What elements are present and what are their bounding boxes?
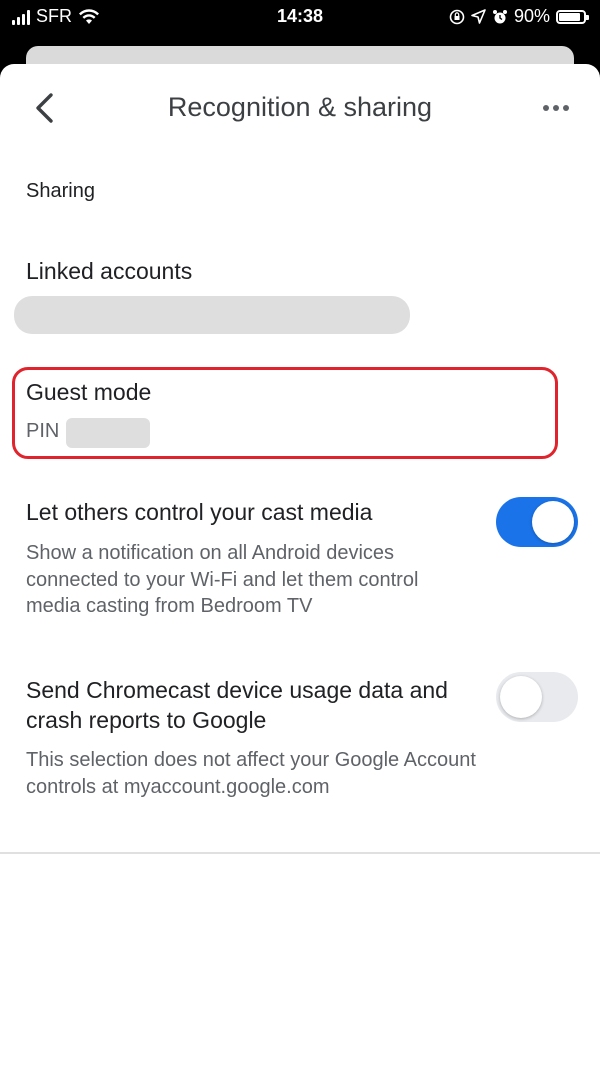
location-icon: [471, 9, 486, 24]
status-bar: SFR 14:38 90%: [0, 0, 600, 34]
toggle-knob: [500, 676, 542, 718]
usage-data-title: Send Chromecast device usage data and cr…: [26, 677, 448, 733]
cast-control-title: Let others control your cast media: [26, 499, 373, 525]
section-header-sharing: Sharing: [26, 180, 95, 202]
orientation-lock-icon: [449, 9, 465, 24]
battery-percent: 90%: [513, 6, 550, 26]
battery-icon: [556, 9, 589, 24]
toggle-knob: [532, 501, 574, 543]
linked-accounts-title: Linked accounts: [26, 258, 193, 284]
app-bar: Recognition & sharing: [0, 64, 600, 154]
cast-control-description: Show a notification on all Android devic…: [26, 542, 419, 617]
more-horizontal-icon[interactable]: [538, 98, 574, 118]
linked-accounts-redacted: [14, 296, 410, 334]
guest-mode-pin-label: PIN: [26, 420, 60, 442]
divider: [0, 852, 600, 854]
guest-mode-pin-redacted: [66, 418, 150, 448]
battery-level: [559, 12, 581, 21]
settings-sheet: Recognition & sharing Sharing Linked acc…: [0, 64, 600, 1067]
usage-data-toggle[interactable]: [496, 672, 578, 722]
usage-data-description: This selection does not affect your Goog…: [26, 749, 476, 798]
alarm-icon: [492, 9, 507, 23]
status-right: 90%: [449, 6, 589, 27]
cast-control-toggle[interactable]: [496, 497, 578, 547]
guest-mode-title: Guest mode: [26, 379, 152, 405]
page-title: Recognition & sharing: [167, 92, 433, 122]
